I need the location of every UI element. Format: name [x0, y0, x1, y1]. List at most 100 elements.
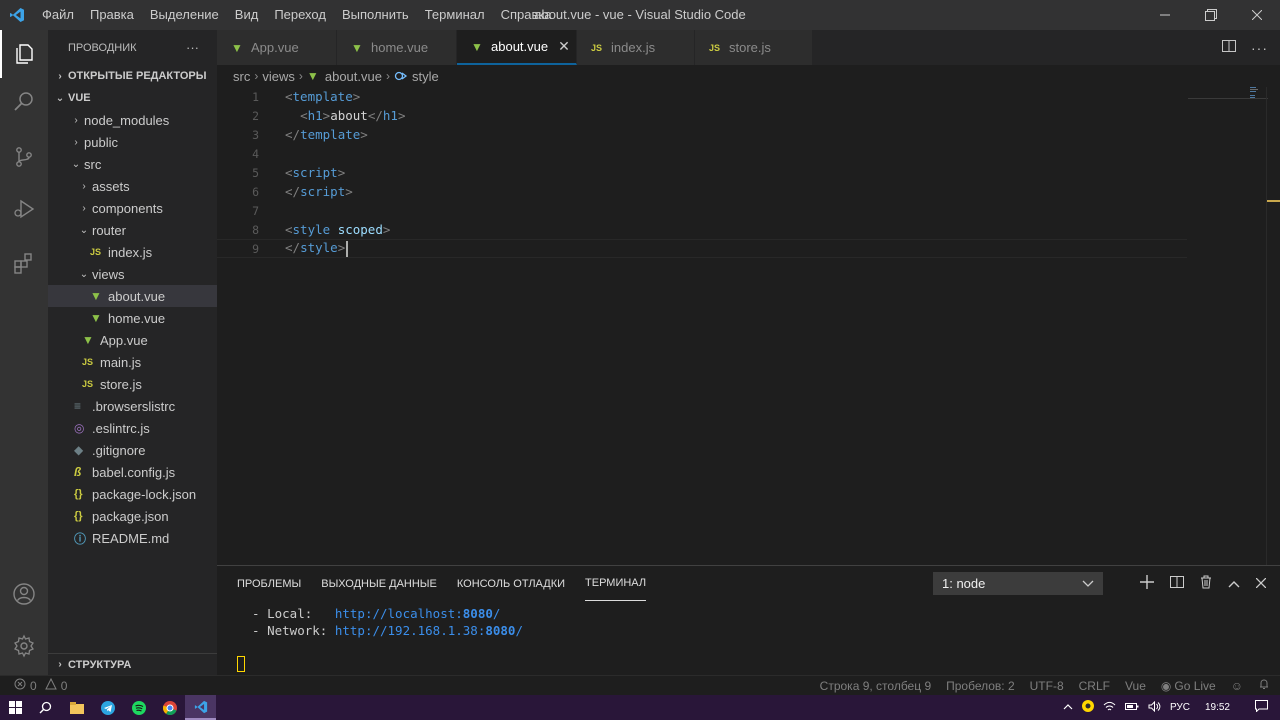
tree-file[interactable]: JS store.js: [48, 373, 217, 395]
chrome-icon[interactable]: [154, 695, 185, 720]
search-icon[interactable]: [0, 78, 48, 126]
local-url[interactable]: http://localhost:8080/: [335, 606, 501, 621]
tree-folder[interactable]: ⌄ router: [48, 219, 217, 241]
tree-folder[interactable]: › public: [48, 131, 217, 153]
tree-file[interactable]: {} package-lock.json: [48, 483, 217, 505]
error-count: 0: [30, 678, 37, 693]
menu-run[interactable]: Выполнить: [334, 0, 417, 30]
tab-problems[interactable]: ПРОБЛЕМЫ: [237, 566, 301, 601]
breadcrumb-item[interactable]: about.vue: [325, 69, 382, 84]
breadcrumb-item[interactable]: src: [233, 69, 250, 84]
code-editor[interactable]: 1 <template> 2 <h1>about</h1> 3 </template> 4…: [217, 87, 1280, 565]
new-terminal-icon[interactable]: [1140, 575, 1154, 592]
tree-file[interactable]: JS main.js: [48, 351, 217, 373]
feedback-icon[interactable]: ☺: [1231, 679, 1243, 693]
trash-icon[interactable]: [1200, 575, 1212, 592]
close-tab-icon[interactable]: ✕: [558, 38, 570, 55]
tab-App-vue[interactable]: ▼ App.vue: [217, 30, 337, 65]
tab-index-js[interactable]: JS index.js: [577, 30, 695, 65]
tab-home-vue[interactable]: ▼ home.vue: [337, 30, 457, 65]
terminal-select[interactable]: 1: node: [933, 572, 1103, 595]
menu-selection[interactable]: Выделение: [142, 0, 227, 30]
tree-file[interactable]: ß babel.config.js: [48, 461, 217, 483]
notifications-icon[interactable]: [1258, 678, 1270, 693]
tab-about-vue[interactable]: ▼ about.vue ✕: [457, 30, 577, 65]
code-token: </: [285, 240, 301, 256]
terminal-output[interactable]: - Local: http://localhost:8080/ - Networ…: [217, 606, 1280, 672]
tree-folder[interactable]: › node_modules: [48, 109, 217, 131]
minimize-button[interactable]: [1142, 0, 1188, 30]
encoding[interactable]: UTF-8: [1030, 679, 1064, 693]
search-icon[interactable]: [30, 695, 61, 720]
workspace-section[interactable]: ⌄ VUE: [48, 87, 217, 109]
tab-output[interactable]: ВЫХОДНЫЕ ДАННЫЕ: [321, 566, 437, 601]
tree-file[interactable]: JS index.js: [48, 241, 217, 263]
more-actions-icon[interactable]: ···: [186, 40, 199, 55]
tree-file[interactable]: ◎ .eslintrc.js: [48, 417, 217, 439]
notification-center-icon[interactable]: [1255, 700, 1268, 715]
split-terminal-icon[interactable]: [1170, 575, 1184, 592]
menu-edit[interactable]: Правка: [82, 0, 142, 30]
network-icon[interactable]: [1103, 701, 1116, 715]
telegram-icon[interactable]: [92, 695, 123, 720]
source-control-icon[interactable]: [0, 133, 48, 181]
title-bar: Файл Правка Выделение Вид Переход Выполн…: [0, 0, 1280, 30]
vscode-taskbar-icon[interactable]: [185, 695, 216, 720]
close-window-button[interactable]: [1234, 0, 1280, 30]
terminal-select-value: 1: node: [942, 576, 986, 591]
explorer-icon[interactable]: [0, 30, 48, 78]
open-editors-section[interactable]: › ОТКРЫТЫЕ РЕДАКТОРЫ: [48, 65, 217, 87]
minimap[interactable]: [1188, 87, 1268, 127]
maximize-panel-icon[interactable]: [1228, 576, 1240, 591]
go-live-button[interactable]: ◉ Go Live: [1161, 679, 1216, 693]
tree-item-label: store.js: [100, 376, 142, 392]
windows-start-icon[interactable]: [0, 695, 30, 720]
line-endings[interactable]: CRLF: [1079, 679, 1110, 693]
tree-folder[interactable]: › assets: [48, 175, 217, 197]
account-icon[interactable]: [0, 570, 48, 618]
tree-file[interactable]: ≡ .browserslistrc: [48, 395, 217, 417]
tab-terminal[interactable]: ТЕРМИНАЛ: [585, 566, 647, 601]
breadcrumb-item[interactable]: views: [262, 69, 295, 84]
split-editor-icon[interactable]: [1221, 38, 1237, 57]
restore-button[interactable]: [1188, 0, 1234, 30]
battery-icon[interactable]: [1124, 702, 1139, 714]
input-language[interactable]: РУС: [1170, 702, 1190, 713]
tree-folder[interactable]: › components: [48, 197, 217, 219]
volume-icon[interactable]: [1148, 700, 1161, 715]
tree-file[interactable]: {} package.json: [48, 505, 217, 527]
tree-file[interactable]: ⓘ README.md: [48, 527, 217, 549]
menu-terminal[interactable]: Терминал: [417, 0, 493, 30]
tree-folder[interactable]: ⌄ src: [48, 153, 217, 175]
indentation[interactable]: Пробелов: 2: [946, 679, 1015, 693]
chevron-up-icon[interactable]: [1063, 702, 1073, 713]
menu-go[interactable]: Переход: [266, 0, 334, 30]
spotify-icon[interactable]: [123, 695, 154, 720]
language-mode[interactable]: Vue: [1125, 679, 1146, 693]
tree-file[interactable]: ▼ about.vue: [48, 285, 217, 307]
settings-gear-icon[interactable]: [0, 622, 48, 670]
menu-help[interactable]: Справка: [493, 0, 560, 30]
menu-view[interactable]: Вид: [227, 0, 267, 30]
network-url[interactable]: http://192.168.1.38:8080/: [335, 623, 523, 638]
tab-store-js[interactable]: JS store.js: [695, 30, 813, 65]
outline-section[interactable]: › СТРУКТУРА: [48, 653, 217, 675]
tree-file[interactable]: ▼ home.vue: [48, 307, 217, 329]
file-explorer-icon[interactable]: [61, 695, 92, 720]
tree-file[interactable]: ▼ App.vue: [48, 329, 217, 351]
more-editor-actions-icon[interactable]: ···: [1251, 40, 1268, 56]
overview-ruler[interactable]: [1266, 87, 1280, 565]
cursor-position[interactable]: Строка 9, столбец 9: [820, 679, 931, 693]
tab-debug-console[interactable]: КОНСОЛЬ ОТЛАДКИ: [457, 566, 565, 601]
system-tray: РУС 19:52: [1063, 700, 1280, 715]
nvidia-icon[interactable]: [1081, 700, 1094, 715]
close-panel-icon[interactable]: [1255, 576, 1267, 591]
run-debug-icon[interactable]: [0, 185, 48, 233]
clock[interactable]: 19:52: [1205, 702, 1230, 713]
problems-status[interactable]: 0 0: [0, 677, 67, 693]
tree-file[interactable]: ◆ .gitignore: [48, 439, 217, 461]
tree-folder[interactable]: ⌄ views: [48, 263, 217, 285]
breadcrumb-item[interactable]: style: [412, 69, 439, 84]
menu-file[interactable]: Файл: [34, 0, 82, 30]
extensions-icon[interactable]: [0, 239, 48, 287]
